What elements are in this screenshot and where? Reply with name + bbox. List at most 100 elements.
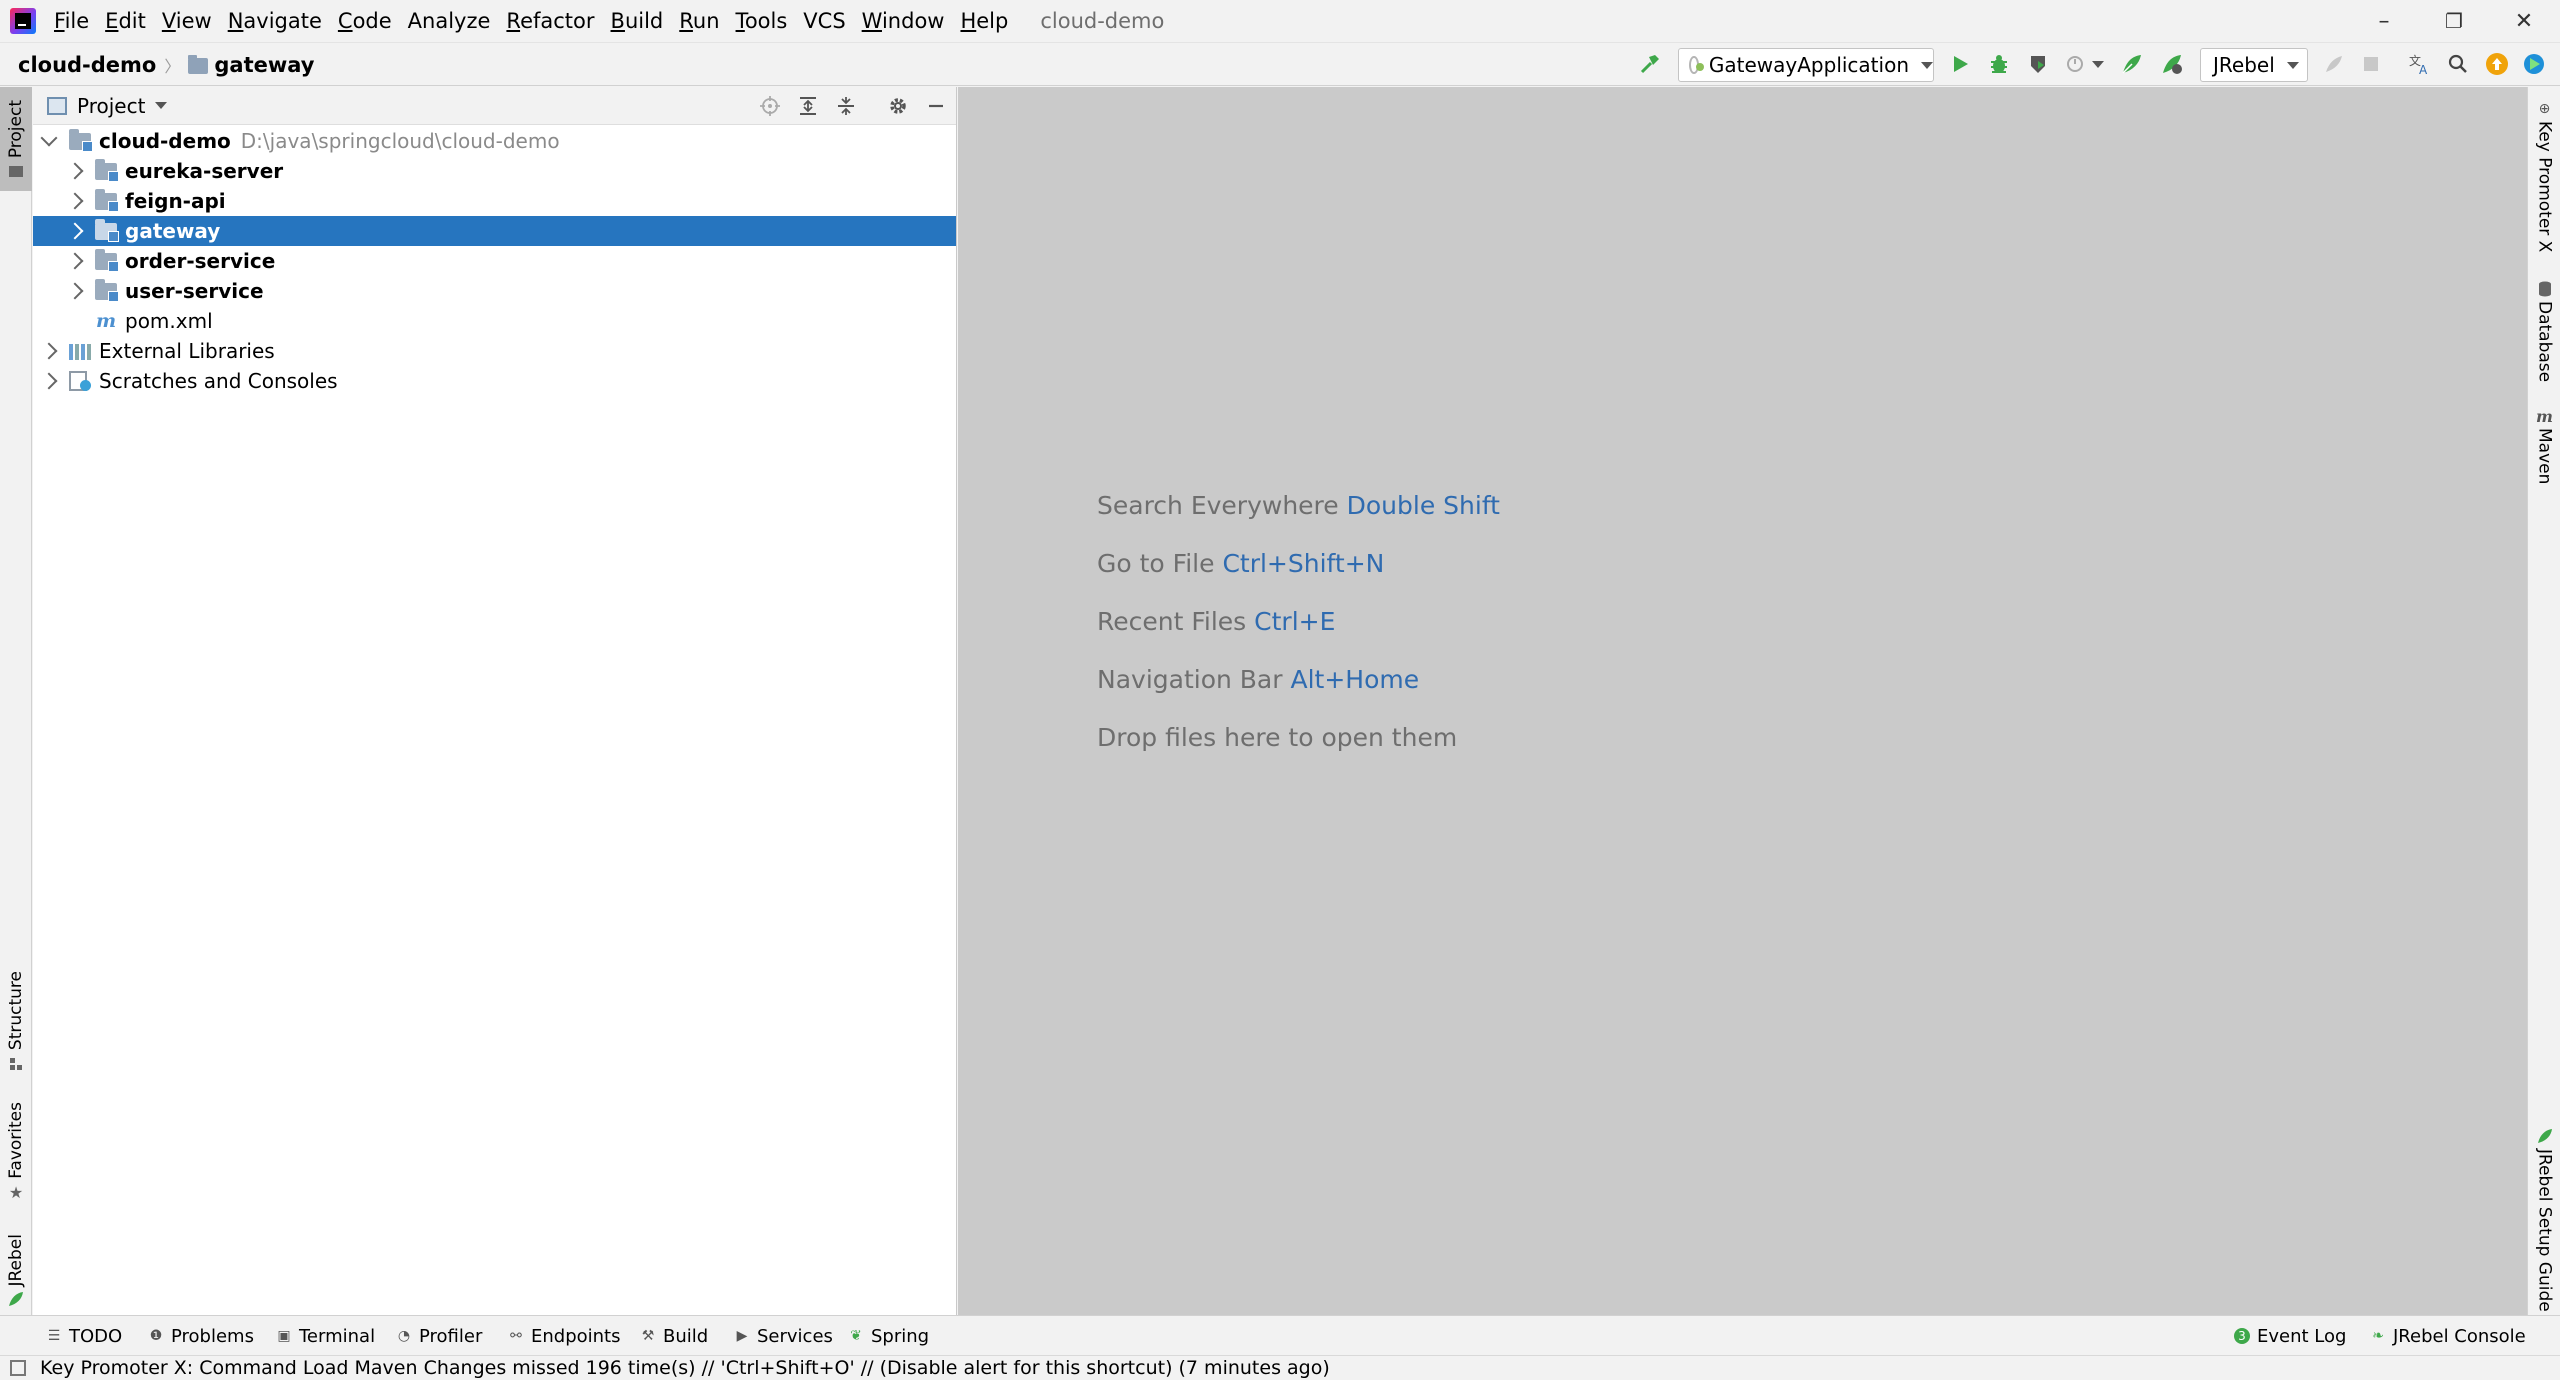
- tool-terminal[interactable]: ▣ Terminal: [276, 1316, 375, 1356]
- translate-icon[interactable]: 文A: [2406, 50, 2434, 78]
- expand-all-icon[interactable]: [795, 93, 821, 119]
- menu-build[interactable]: Build: [603, 0, 672, 42]
- shortcut-key: Ctrl+Shift+N: [1222, 549, 1385, 578]
- tab-jrebel[interactable]: JRebel: [0, 1227, 32, 1315]
- tree-row-order-service[interactable]: order-service: [33, 246, 956, 276]
- project-tool-window: Project cloud-demo D:\java\springcloud\c…: [33, 87, 957, 1315]
- gear-icon[interactable]: [885, 93, 911, 119]
- more-run-options-icon[interactable]: [2090, 50, 2106, 78]
- menu-refactor[interactable]: Refactor: [498, 0, 602, 42]
- chevron-right-icon[interactable]: [66, 222, 84, 240]
- tab-jrebel-setup-label: JRebel Setup Guide: [2534, 1149, 2555, 1312]
- hide-panel-icon[interactable]: [923, 93, 949, 119]
- tool-problems[interactable]: ❶ Problems: [148, 1316, 254, 1356]
- chevron-down-icon: [2286, 61, 2299, 69]
- update-icon[interactable]: [2483, 50, 2511, 78]
- menu-run[interactable]: Run: [671, 0, 727, 42]
- locate-file-icon[interactable]: [757, 93, 783, 119]
- menu-navigate[interactable]: Navigate: [220, 0, 330, 42]
- close-button[interactable]: ✕: [2489, 0, 2559, 42]
- tool-profiler[interactable]: ◔ Profiler: [396, 1316, 482, 1356]
- collapse-all-icon[interactable]: [833, 93, 859, 119]
- chevron-right-icon[interactable]: [66, 162, 84, 180]
- chevron-down-icon[interactable]: [155, 102, 168, 109]
- menu-tools[interactable]: Tools: [728, 0, 796, 42]
- hint-recent-files: Recent Files Ctrl+E: [1097, 607, 1336, 636]
- tool-jrebel-console[interactable]: ❧ JRebel Console: [2370, 1316, 2526, 1356]
- menu-analyze[interactable]: Analyze: [400, 0, 499, 42]
- left-tool-window-bar: Project Structure Favorites ★ JRebel: [0, 87, 32, 1315]
- module-folder-icon: [95, 218, 119, 242]
- coverage-icon[interactable]: [2024, 50, 2052, 78]
- tab-maven[interactable]: m Maven: [2528, 407, 2560, 484]
- tree-row-scratches[interactable]: Scratches and Consoles: [33, 366, 956, 396]
- debug-icon[interactable]: [1985, 50, 2013, 78]
- status-message: Key Promoter X: Command Load Maven Chang…: [40, 1357, 1330, 1379]
- tab-key-promoter[interactable]: ⊕ Key Promoter X: [2528, 101, 2560, 252]
- status-bar: Key Promoter X: Command Load Maven Chang…: [0, 1355, 2560, 1380]
- tool-build[interactable]: ⚒ Build: [640, 1316, 708, 1356]
- tree-row-eureka-server[interactable]: eureka-server: [33, 156, 956, 186]
- menu-code[interactable]: Code: [330, 0, 400, 42]
- tool-spring[interactable]: ❦ Spring: [848, 1316, 929, 1356]
- menu-window[interactable]: Window: [854, 0, 953, 42]
- menu-view[interactable]: View: [154, 0, 220, 42]
- list-icon: ☰: [47, 1328, 61, 1344]
- jrebel-disabled-icon[interactable]: [2320, 50, 2348, 78]
- tree-row-pom-xml[interactable]: m pom.xml: [33, 306, 956, 336]
- jrebel-run-icon[interactable]: [2118, 50, 2146, 78]
- tool-todo[interactable]: ☰ TODO: [46, 1316, 122, 1356]
- breadcrumb-project[interactable]: cloud-demo: [18, 53, 156, 77]
- tree-row-external-libraries[interactable]: External Libraries: [33, 336, 956, 366]
- menu-vcs[interactable]: VCS: [795, 0, 853, 42]
- chevron-down-icon[interactable]: [40, 129, 58, 147]
- tab-structure[interactable]: Structure: [0, 971, 32, 1071]
- build-hammer-icon[interactable]: [1636, 50, 1664, 78]
- tab-database[interactable]: Database: [2528, 281, 2560, 382]
- chevron-right-icon[interactable]: [66, 252, 84, 270]
- tree-row-user-service[interactable]: user-service: [33, 276, 956, 306]
- structure-icon: [10, 1057, 22, 1070]
- run-icon[interactable]: [1946, 50, 1974, 78]
- code-with-me-icon[interactable]: [2520, 50, 2548, 78]
- breadcrumb: cloud-demo 〉 gateway: [18, 43, 314, 86]
- tab-maven-label: Maven: [2534, 428, 2555, 485]
- search-icon[interactable]: [2444, 50, 2472, 78]
- tab-favorites[interactable]: Favorites ★: [0, 1097, 32, 1207]
- run-configuration-selector[interactable]: GatewayApplication: [1678, 48, 1934, 82]
- tree-row-gateway[interactable]: gateway: [33, 216, 956, 246]
- menu-edit[interactable]: Edit: [97, 0, 154, 42]
- jrebel-debug-icon[interactable]: [2158, 50, 2186, 78]
- hint-go-to-file: Go to File Ctrl+Shift+N: [1097, 549, 1385, 578]
- tab-jrebel-setup-guide[interactable]: JRebel Setup Guide: [2528, 1127, 2560, 1312]
- toggle-tool-windows-icon[interactable]: [10, 1360, 26, 1376]
- chevron-right-icon[interactable]: [40, 342, 58, 360]
- spring-boot-config-icon: [1689, 56, 1704, 74]
- bottom-tool-window-bar: ☰ TODO ❶ Problems ▣ Terminal ◔ Profiler ⚯ End…: [0, 1315, 2560, 1355]
- tool-event-log[interactable]: 3 Event Log: [2234, 1316, 2346, 1356]
- restore-button[interactable]: ❐: [2419, 0, 2489, 42]
- tool-endpoints[interactable]: ⚯ Endpoints: [508, 1316, 620, 1356]
- chevron-right-icon[interactable]: [66, 192, 84, 210]
- module-name: gateway: [125, 219, 221, 243]
- jrebel-mode-selector[interactable]: JRebel: [2200, 48, 2308, 82]
- tree-row-feign-api[interactable]: feign-api: [33, 186, 956, 216]
- menu-file[interactable]: File: [46, 0, 97, 42]
- breadcrumb-module[interactable]: gateway: [214, 53, 314, 77]
- module-folder-icon: [95, 278, 119, 302]
- tool-services[interactable]: ▶ Services: [734, 1316, 833, 1356]
- minimize-button[interactable]: –: [2349, 0, 2419, 42]
- chevron-right-icon[interactable]: [40, 372, 58, 390]
- chevron-right-icon[interactable]: [66, 282, 84, 300]
- tree-root-row[interactable]: cloud-demo D:\java\springcloud\cloud-dem…: [33, 126, 956, 156]
- stop-icon[interactable]: [2357, 50, 2385, 78]
- menu-bar: File Edit View Navigate Code Analyze Ref…: [0, 0, 2560, 42]
- project-view-selector[interactable]: Project: [77, 94, 145, 118]
- shortcut-key: Alt+Home: [1290, 665, 1420, 694]
- tab-project[interactable]: Project: [0, 87, 32, 191]
- tab-key-promoter-label: Key Promoter X: [2534, 121, 2555, 253]
- menu-help[interactable]: Help: [952, 0, 1016, 42]
- profiler-run-icon[interactable]: [2062, 50, 2090, 78]
- terminal-icon: ▣: [277, 1328, 291, 1344]
- project-folder-icon: [9, 166, 23, 178]
